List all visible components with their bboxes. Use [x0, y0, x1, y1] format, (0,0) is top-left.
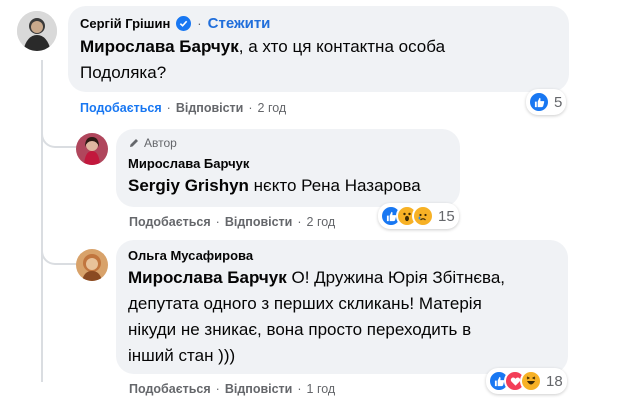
comment-text-line: нікуди не зникає, вона просто переходить… — [128, 320, 472, 339]
comment-bubble: Ольга Мусафирова Мирослава Барчук О! Дру… — [116, 240, 568, 374]
comment-text-line: Подоляка? — [80, 63, 167, 82]
avatar[interactable] — [76, 249, 108, 281]
comment-reactions[interactable]: 5 — [526, 89, 567, 115]
reply-button[interactable]: Відповісти — [176, 101, 244, 115]
comment-bubble: Сергій Грішин · Стежити Мирослава Барчук… — [68, 6, 569, 92]
comment-text-line: О! Дружина Юрія Збітнєва, — [286, 268, 506, 287]
dot-separator: · — [215, 215, 220, 229]
avatar[interactable] — [17, 11, 57, 51]
comment-timestamp[interactable]: 2 год — [258, 101, 287, 115]
thread-hook — [41, 235, 77, 265]
dot-separator: · — [248, 101, 253, 115]
comment-text-line: інший стан ))) — [128, 346, 236, 365]
comment-reactions[interactable]: 15 — [378, 203, 459, 229]
comment-text: Sergiy Grishyn нєкто Рена Назарова — [128, 173, 448, 199]
avatar[interactable] — [76, 133, 108, 165]
pencil-icon — [130, 139, 138, 147]
verified-icon — [176, 16, 192, 31]
comment-text: Мирослава Барчук О! Дружина Юрія Збітнєв… — [128, 265, 556, 369]
like-button[interactable]: Подобається — [80, 101, 162, 115]
follow-button[interactable]: Стежити — [208, 15, 271, 32]
like-icon — [528, 91, 550, 113]
haha-icon — [520, 370, 542, 392]
author-badge-label: Автор — [144, 136, 177, 150]
comment-text-line: , а хто ця контактна особа — [238, 37, 446, 56]
sad-icon — [412, 205, 434, 227]
like-button[interactable]: Подобається — [129, 382, 211, 396]
comment-author[interactable]: Мирослава Барчук — [128, 156, 448, 171]
comment-actions: Подобається · Відповісти · 2 год — [129, 215, 335, 229]
author-badge: Автор — [128, 136, 448, 150]
reply-button[interactable]: Відповісти — [225, 215, 293, 229]
reaction-count: 15 — [438, 207, 455, 225]
dot-separator: · — [215, 382, 220, 396]
comment-author[interactable]: Сергій Грішин — [80, 16, 170, 31]
comment-author[interactable]: Ольга Мусафирова — [128, 248, 556, 263]
dot-separator: · — [166, 101, 171, 115]
dot-separator: · — [297, 382, 302, 396]
comment-reactions[interactable]: 18 — [486, 368, 567, 394]
mention-link[interactable]: Мирослава Барчук — [80, 37, 239, 56]
dot-separator: · — [197, 16, 202, 31]
reaction-count: 5 — [554, 93, 563, 111]
like-button[interactable]: Подобається — [129, 215, 211, 229]
reply-button[interactable]: Відповісти — [225, 382, 293, 396]
thread-hook — [41, 118, 77, 148]
mention-link[interactable]: Sergiy Grishyn — [128, 176, 249, 195]
comment-timestamp[interactable]: 2 год — [307, 215, 336, 229]
comment-actions: Подобається · Відповісти · 2 год — [80, 101, 286, 115]
dot-separator: · — [297, 215, 302, 229]
reaction-count: 18 — [546, 372, 563, 390]
comment-text: Мирослава Барчук, а хто ця контактна осо… — [80, 34, 557, 86]
thread-line — [41, 60, 43, 382]
comment-text-line: депутата одного з перших скликань! Матер… — [128, 294, 482, 313]
comment-timestamp[interactable]: 1 год — [307, 382, 336, 396]
comment-bubble: Автор Мирослава Барчук Sergiy Grishyn нє… — [116, 129, 460, 207]
comment-actions: Подобається · Відповісти · 1 год — [129, 382, 335, 396]
mention-link[interactable]: Мирослава Барчук — [128, 268, 287, 287]
comment-text-line: нєкто Рена Назарова — [248, 176, 421, 195]
